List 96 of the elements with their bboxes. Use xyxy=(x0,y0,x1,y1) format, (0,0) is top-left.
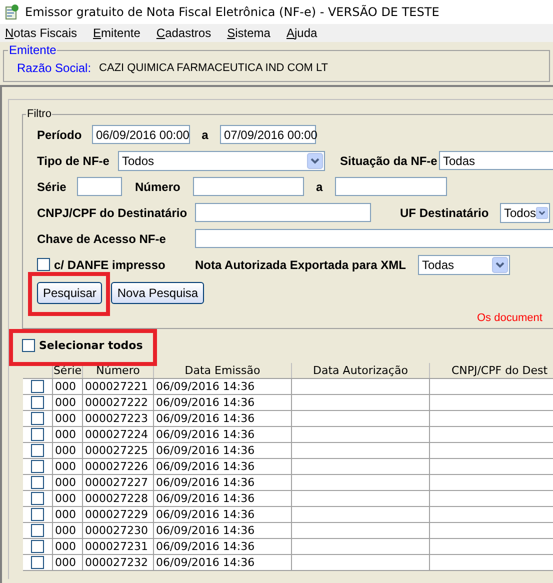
row-checkbox[interactable] xyxy=(31,556,44,569)
table-cell: 000027232 xyxy=(83,555,154,570)
row-checkbox[interactable] xyxy=(31,524,44,537)
input-field[interactable] xyxy=(195,203,371,222)
field-label: Série xyxy=(37,178,68,196)
table-cell: 000 xyxy=(53,427,83,442)
row-checkbox[interactable] xyxy=(31,540,44,553)
table-cell: 000027226 xyxy=(83,459,154,474)
menu-item[interactable]: Emitente xyxy=(93,24,140,42)
table-cell: 000 xyxy=(53,475,83,490)
table-cell: 06/09/2016 14:36 xyxy=(154,427,292,442)
table-cell: 000 xyxy=(53,411,83,426)
input-field[interactable] xyxy=(77,177,122,196)
table-cell: 000 xyxy=(53,555,83,570)
menu-item[interactable]: Cadastros xyxy=(156,24,212,42)
menu-item[interactable]: Sistema xyxy=(227,24,270,42)
row-checkbox[interactable] xyxy=(31,492,44,505)
table-cell: 06/09/2016 14:36 xyxy=(154,395,292,410)
chevron-down-icon xyxy=(492,256,508,272)
table-cell: 06/09/2016 14:36 xyxy=(154,555,292,570)
row-checkbox[interactable] xyxy=(31,508,44,521)
dropdown[interactable]: Todos xyxy=(118,150,325,170)
field-label: Situação da NF-e xyxy=(340,152,438,170)
field-label: Nota Autorizada Exportada para XML xyxy=(195,256,407,274)
field-label: Número xyxy=(135,178,182,196)
field-label: a xyxy=(316,178,324,196)
date-field[interactable]: 07/09/2016 00:00 xyxy=(220,125,316,144)
table-cell: 06/09/2016 14:36 xyxy=(154,507,292,522)
table-cell: 000027224 xyxy=(83,427,154,442)
column-header[interactable]: Data Autorização xyxy=(292,363,430,378)
row-checkbox[interactable] xyxy=(31,380,44,393)
search-button[interactable]: Pesquisar xyxy=(37,282,102,304)
field-label: Período xyxy=(37,126,83,144)
input-field[interactable] xyxy=(193,177,304,196)
table-cell: 000027227 xyxy=(83,475,154,490)
group-title: Filtro xyxy=(26,107,52,122)
row-checkbox[interactable] xyxy=(31,412,44,425)
table-cell: 000027223 xyxy=(83,411,154,426)
checkbox[interactable] xyxy=(37,258,50,271)
table-cell: 000027228 xyxy=(83,491,154,506)
table-cell: 000027221 xyxy=(83,379,154,394)
app-icon xyxy=(4,4,20,20)
table-cell: 000027229 xyxy=(83,507,154,522)
field-label: c/ DANFE impresso xyxy=(54,256,166,274)
chevron-down-icon xyxy=(536,204,548,220)
table-cell: 000 xyxy=(53,507,83,522)
notice-text: Os document xyxy=(477,310,542,322)
row-checkbox[interactable] xyxy=(31,476,44,489)
table-cell: 000027231 xyxy=(83,539,154,554)
row-checkbox[interactable] xyxy=(31,428,44,441)
table-cell: 06/09/2016 14:36 xyxy=(154,491,292,506)
input-field[interactable]: Todas xyxy=(439,151,553,170)
table-cell: 06/09/2016 14:36 xyxy=(154,539,292,554)
checkbox-label: Selecionar todos xyxy=(39,338,143,354)
table-cell: 000 xyxy=(53,379,83,394)
table-cell: 000027222 xyxy=(83,395,154,410)
input-field[interactable] xyxy=(335,177,447,196)
row-checkbox[interactable] xyxy=(31,444,44,457)
column-header[interactable]: Data Emissão xyxy=(154,363,292,378)
field-label: Tipo de NF-e xyxy=(37,152,110,170)
window-title: Emissor gratuito de Nota Fiscal Eletrônica (NF-e) - VERSÃO DE TESTE xyxy=(25,4,440,21)
table-cell: 06/09/2016 14:36 xyxy=(154,459,292,474)
menu-item[interactable]: Ajuda xyxy=(286,24,318,42)
column-header[interactable]: CNPJ/CPF do Dest xyxy=(430,363,553,378)
date-field[interactable]: 06/09/2016 00:00 xyxy=(92,125,190,144)
table-cell: 06/09/2016 14:36 xyxy=(154,523,292,538)
table-cell: 000027230 xyxy=(83,523,154,538)
table-cell: 06/09/2016 14:36 xyxy=(154,443,292,458)
field-label: CNPJ/CPF do Destinatário xyxy=(37,204,188,222)
table-cell: 000 xyxy=(53,523,83,538)
dropdown[interactable]: Todas xyxy=(418,254,510,274)
input-field[interactable] xyxy=(195,229,553,248)
table-cell: 000 xyxy=(53,539,83,554)
field-value: CAZI QUIMICA FARMACEUTICA IND COM LT xyxy=(99,60,328,76)
table-cell: 000 xyxy=(53,459,83,474)
search-button[interactable]: Nova Pesquisa xyxy=(111,282,204,304)
field-label: a xyxy=(200,126,210,144)
menu-item[interactable]: Notas Fiscais xyxy=(5,24,78,42)
table-cell: 06/09/2016 14:36 xyxy=(154,411,292,426)
chevron-down-icon xyxy=(307,152,323,168)
column-header[interactable]: Série xyxy=(53,363,83,378)
table-cell: 06/09/2016 14:36 xyxy=(154,475,292,490)
group-title: Emitente xyxy=(8,44,58,56)
field-label: UF Destinatário xyxy=(400,204,490,222)
table-cell: 000 xyxy=(53,491,83,506)
checkbox[interactable] xyxy=(22,339,35,352)
table-cell: 000027225 xyxy=(83,443,154,458)
row-checkbox[interactable] xyxy=(31,460,44,473)
field-label: Razão Social: xyxy=(17,60,92,77)
row-checkbox[interactable] xyxy=(31,396,44,409)
table-cell: 000 xyxy=(53,395,83,410)
dropdown[interactable]: Todos xyxy=(500,202,550,222)
table-cell: 06/09/2016 14:36 xyxy=(154,379,292,394)
column-header[interactable]: Número xyxy=(83,363,154,378)
field-label: Chave de Acesso NF-e xyxy=(37,230,167,248)
table-cell: 000 xyxy=(53,443,83,458)
